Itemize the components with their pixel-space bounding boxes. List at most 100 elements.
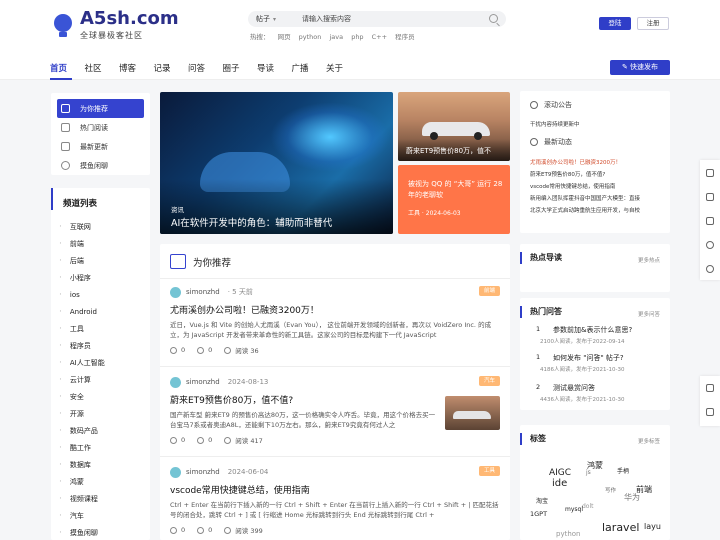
hot-term[interactable]: 程序员: [395, 33, 415, 41]
channel-item[interactable]: 摸鱼闲聊: [59, 524, 150, 540]
tag-word[interactable]: AIGC: [549, 468, 571, 478]
article-title[interactable]: 尤雨溪创办公司啦！已融资3200万！: [170, 303, 500, 316]
nav-item-broadcast[interactable]: 广播: [292, 62, 327, 74]
tag-word[interactable]: js: [586, 469, 591, 476]
article-thumbnail[interactable]: [445, 396, 500, 430]
channel-item[interactable]: 数码产品: [59, 422, 150, 439]
nav-item-home[interactable]: 首页: [50, 62, 85, 74]
channel-item[interactable]: 工具: [59, 320, 150, 337]
grid-icon[interactable]: [706, 408, 714, 416]
heart-icon[interactable]: [170, 436, 177, 444]
hero-car-title[interactable]: 蔚来ET9预售价80万，值不: [406, 146, 491, 156]
hero-title[interactable]: AI在软件开发中的角色：辅助而非替代: [171, 215, 332, 229]
hot-term[interactable]: python: [299, 33, 322, 41]
question-title[interactable]: 如何发布 "问答" 帖子?: [553, 353, 624, 363]
channel-item[interactable]: 互联网: [59, 218, 150, 235]
mail-icon[interactable]: [706, 217, 714, 225]
question-title[interactable]: 测试悬赏问答: [553, 383, 595, 393]
channel-item[interactable]: 数据库: [59, 456, 150, 473]
channel-item[interactable]: 云计算: [59, 371, 150, 388]
channel-item[interactable]: 视频课程: [59, 490, 150, 507]
tag-word[interactable]: ide: [552, 478, 567, 489]
hero-orange-card[interactable]: 被视为 QQ 的 “大哥” 运行 28 年的老聊软 工具 · 2024-06-0…: [398, 165, 510, 234]
user-icon[interactable]: [706, 169, 714, 177]
channel-item[interactable]: 程序员: [59, 337, 150, 354]
hot-term[interactable]: C++: [372, 33, 387, 41]
nav-item-circle[interactable]: 圈子: [223, 62, 258, 74]
menu-item-chat[interactable]: 摸鱼闲聊: [51, 156, 150, 175]
tag-word[interactable]: 1GPT: [530, 510, 547, 518]
latest-item[interactable]: vscode常用快捷键总结，使用指南: [530, 182, 665, 190]
latest-item[interactable]: 北京大学正式启动跨重航生应用开发，与自校: [530, 206, 665, 214]
comment-icon[interactable]: [197, 526, 205, 534]
tag-word[interactable]: layu: [644, 522, 661, 531]
tag-word[interactable]: 手柄: [617, 466, 629, 475]
nav-item-about[interactable]: 关于: [326, 62, 361, 74]
latest-item[interactable]: 蔚来ET9预售价80万，值不值?: [530, 170, 665, 178]
search-bar[interactable]: 帖子 ▾ 请输入搜索内容: [248, 11, 506, 27]
comment-icon[interactable]: [197, 436, 205, 444]
hero-car-card[interactable]: 蔚来ET9预售价80万，值不: [398, 92, 510, 161]
article-item[interactable]: simonzhd 2024-08-13 汽车 蔚来ET9预售价80万，值不值? 国…: [170, 376, 500, 445]
search-icon[interactable]: [489, 14, 498, 23]
channel-item[interactable]: 小程序: [59, 269, 150, 286]
channel-item[interactable]: 前端: [59, 235, 150, 252]
tag-word[interactable]: python: [556, 530, 581, 538]
channel-item[interactable]: 酷工作: [59, 439, 150, 456]
nav-item-qa[interactable]: 问答: [188, 62, 223, 74]
hot-term[interactable]: php: [351, 33, 363, 41]
article-author[interactable]: simonzhd: [186, 378, 220, 386]
avatar[interactable]: [170, 376, 181, 388]
comment-icon[interactable]: [197, 346, 205, 354]
tag-word[interactable]: 淘宝: [536, 496, 548, 505]
document-icon[interactable]: [706, 384, 714, 392]
question-title[interactable]: 参数前加&表示什么意思?: [553, 325, 632, 335]
hot-term[interactable]: 网页: [278, 33, 291, 41]
register-button[interactable]: 注册: [637, 17, 669, 30]
latest-item[interactable]: 尤雨溪创办公司啦！已融资3200万！: [530, 158, 665, 166]
menu-item-recommend[interactable]: 为你推荐: [57, 99, 144, 118]
tag-word[interactable]: dolt: [582, 503, 594, 510]
channel-item[interactable]: ios: [59, 286, 150, 303]
hero-main-card[interactable]: 资讯 AI在软件开发中的角色：辅助而非替代: [160, 92, 393, 234]
tag-word[interactable]: 华为: [624, 492, 640, 503]
tags-more-link[interactable]: 更多标签: [638, 437, 660, 445]
search-input[interactable]: 请输入搜索内容: [302, 14, 351, 24]
channel-item[interactable]: 汽车: [59, 507, 150, 524]
nav-item-record[interactable]: 记录: [154, 62, 189, 74]
article-title[interactable]: vscode常用快捷键总结，使用指南: [170, 483, 500, 496]
article-author[interactable]: simonzhd: [186, 288, 220, 296]
heart-icon[interactable]: [170, 526, 177, 534]
channel-item[interactable]: Android: [59, 303, 150, 320]
channel-item[interactable]: 开源: [59, 405, 150, 422]
avatar[interactable]: [170, 286, 181, 298]
nav-item-guide[interactable]: 导读: [257, 62, 292, 74]
avatar[interactable]: [170, 466, 181, 478]
tag-word[interactable]: 写作: [605, 486, 616, 494]
hero-orange-title[interactable]: 被视为 QQ 的 “大哥” 运行 28 年的老聊软: [408, 179, 504, 201]
hot-term[interactable]: java: [329, 33, 343, 41]
channel-item[interactable]: 鸿蒙: [59, 473, 150, 490]
article-author[interactable]: simonzhd: [186, 468, 220, 476]
hot-guide-more-link[interactable]: 更多热点: [638, 256, 660, 264]
clock-icon[interactable]: [706, 241, 714, 249]
latest-item[interactable]: 新用编入团队挥霍抖音中国国产大模型：直接: [530, 194, 665, 202]
category-badge[interactable]: 汽车: [479, 376, 500, 386]
channel-item[interactable]: 安全: [59, 388, 150, 405]
tag-word[interactable]: mysql: [565, 506, 583, 513]
hot-questions-more-link[interactable]: 更多问答: [638, 310, 660, 318]
category-badge[interactable]: 前端: [479, 286, 500, 296]
quick-post-button[interactable]: ✎ 快速发布: [610, 60, 670, 75]
search-scope-select[interactable]: 帖子: [256, 14, 270, 24]
article-item[interactable]: simonzhd 2024-06-04 工具 vscode常用快捷键总结，使用指南…: [170, 466, 500, 535]
menu-item-hot[interactable]: 热门阅读: [51, 118, 150, 137]
nav-item-community[interactable]: 社区: [85, 62, 120, 74]
heart-icon[interactable]: [170, 346, 177, 354]
channel-item[interactable]: AI人工智能: [59, 354, 150, 371]
login-button[interactable]: 登陆: [599, 17, 631, 30]
site-logo[interactable]: A5sh.com 全球暴极客社区: [52, 10, 179, 41]
edit-icon[interactable]: [706, 193, 714, 201]
article-item[interactable]: simonzhd · 5 天前 前端 尤雨溪创办公司啦！已融资3200万！ 近日，…: [170, 286, 500, 355]
help-icon[interactable]: [706, 265, 714, 273]
channel-item[interactable]: 后端: [59, 252, 150, 269]
